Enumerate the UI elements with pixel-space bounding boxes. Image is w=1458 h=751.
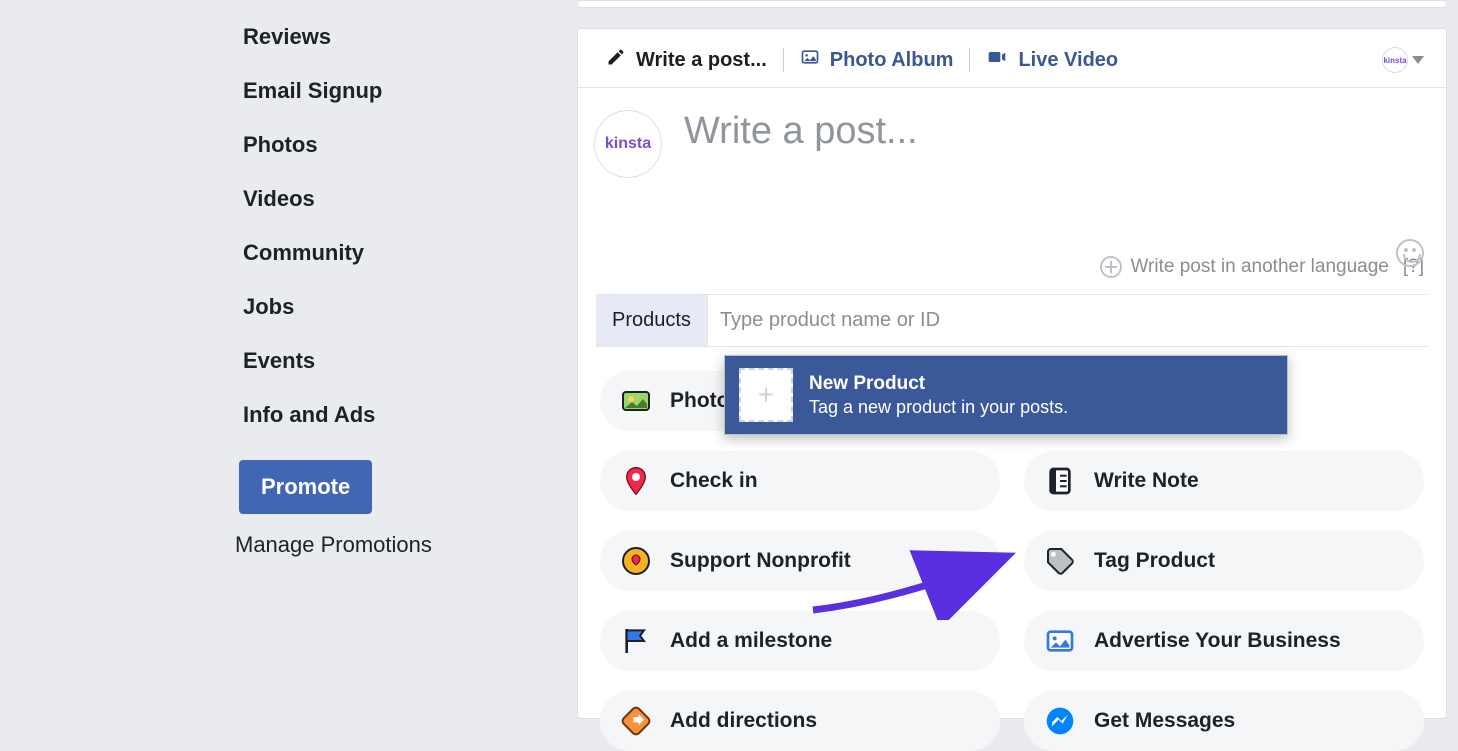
tag-product-icon [1042, 543, 1078, 579]
dropdown-subtitle: Tag a new product in your posts. [809, 397, 1068, 418]
new-product-placeholder-icon: + [739, 368, 793, 422]
action-label: Add directions [670, 709, 817, 733]
milestone-icon [618, 623, 654, 659]
dropdown-title: New Product [809, 373, 1068, 395]
action-label: Add a milestone [670, 629, 832, 653]
plus-circle-icon [1100, 256, 1122, 278]
sidebar-item-community[interactable]: Community [235, 226, 535, 280]
action-check-in[interactable]: Check in [600, 451, 1000, 511]
promote-button[interactable]: Promote [239, 460, 372, 514]
page-nav-sidebar: Reviews Email Signup Photos Videos Commu… [235, 10, 535, 562]
action-tag-product[interactable]: Tag Product [1024, 531, 1424, 591]
checkin-icon [618, 463, 654, 499]
composer-tabs: Write a post... Photo Album Live Video k… [578, 29, 1446, 88]
compose-row: kinsta Write a post... [578, 88, 1446, 250]
nonprofit-icon [618, 543, 654, 579]
sidebar-item-email-signup[interactable]: Email Signup [235, 64, 535, 118]
tab-live-video[interactable]: Live Video [974, 43, 1130, 77]
page-selector[interactable]: kinsta [1382, 47, 1424, 73]
previous-card-sliver [577, 0, 1447, 8]
video-icon [986, 47, 1008, 73]
dropdown-text: New Product Tag a new product in your po… [809, 373, 1068, 418]
action-label: Advertise Your Business [1094, 629, 1341, 653]
products-label: Products [596, 295, 708, 346]
product-dropdown: + New Product Tag a new product in your … [724, 355, 1288, 435]
action-label: Write Note [1094, 469, 1199, 493]
sidebar-item-info-ads[interactable]: Info and Ads [235, 388, 535, 442]
action-label: Tag Product [1094, 549, 1215, 573]
action-label: Check in [670, 469, 758, 493]
compose-placeholder: Write a post... [684, 110, 918, 152]
action-advertise-business[interactable]: Advertise Your Business [1024, 611, 1424, 671]
manage-promotions-link[interactable]: Manage Promotions [235, 528, 535, 562]
action-add-directions[interactable]: Add directions [600, 691, 1000, 751]
advertise-icon [1042, 623, 1078, 659]
action-label: Get Messages [1094, 709, 1235, 733]
emoji-icon[interactable] [1396, 239, 1424, 267]
compose-textarea[interactable]: Write a post... [684, 110, 1424, 250]
sidebar-item-videos[interactable]: Videos [235, 172, 535, 226]
product-search-input[interactable] [708, 295, 1428, 346]
annotation-arrow [808, 540, 1018, 625]
sidebar-item-events[interactable]: Events [235, 334, 535, 388]
mini-avatar-icon: kinsta [1382, 47, 1408, 73]
sidebar-item-reviews[interactable]: Reviews [235, 10, 535, 64]
compose-footer: Write post in another language [?] [578, 250, 1446, 290]
tab-separator [783, 48, 784, 72]
dropdown-item-new-product[interactable]: + New Product Tag a new product in your … [725, 356, 1287, 434]
tab-separator [969, 48, 970, 72]
tab-label: Write a post... [636, 49, 767, 72]
tab-label: Photo Album [830, 49, 954, 72]
action-get-messages[interactable]: Get Messages [1024, 691, 1424, 751]
tab-photo-album[interactable]: Photo Album [788, 43, 966, 77]
messages-icon [1042, 703, 1078, 739]
action-write-note[interactable]: Write Note [1024, 451, 1424, 511]
write-another-language-link[interactable]: Write post in another language [1100, 256, 1388, 278]
sidebar-item-jobs[interactable]: Jobs [235, 280, 535, 334]
chevron-down-icon [1412, 56, 1424, 64]
lang-link-label: Write post in another language [1130, 256, 1388, 278]
tab-write-post[interactable]: Write a post... [594, 43, 779, 77]
photo-icon [800, 47, 820, 73]
sidebar-item-photos[interactable]: Photos [235, 118, 535, 172]
products-bar: Products + New Product Tag a new product… [596, 294, 1428, 347]
directions-icon [618, 703, 654, 739]
tab-label: Live Video [1018, 49, 1118, 72]
page-avatar: kinsta [594, 110, 662, 178]
photo-video-icon [618, 383, 654, 419]
active-tab-pointer [678, 87, 698, 97]
pencil-icon [606, 47, 626, 73]
note-icon [1042, 463, 1078, 499]
